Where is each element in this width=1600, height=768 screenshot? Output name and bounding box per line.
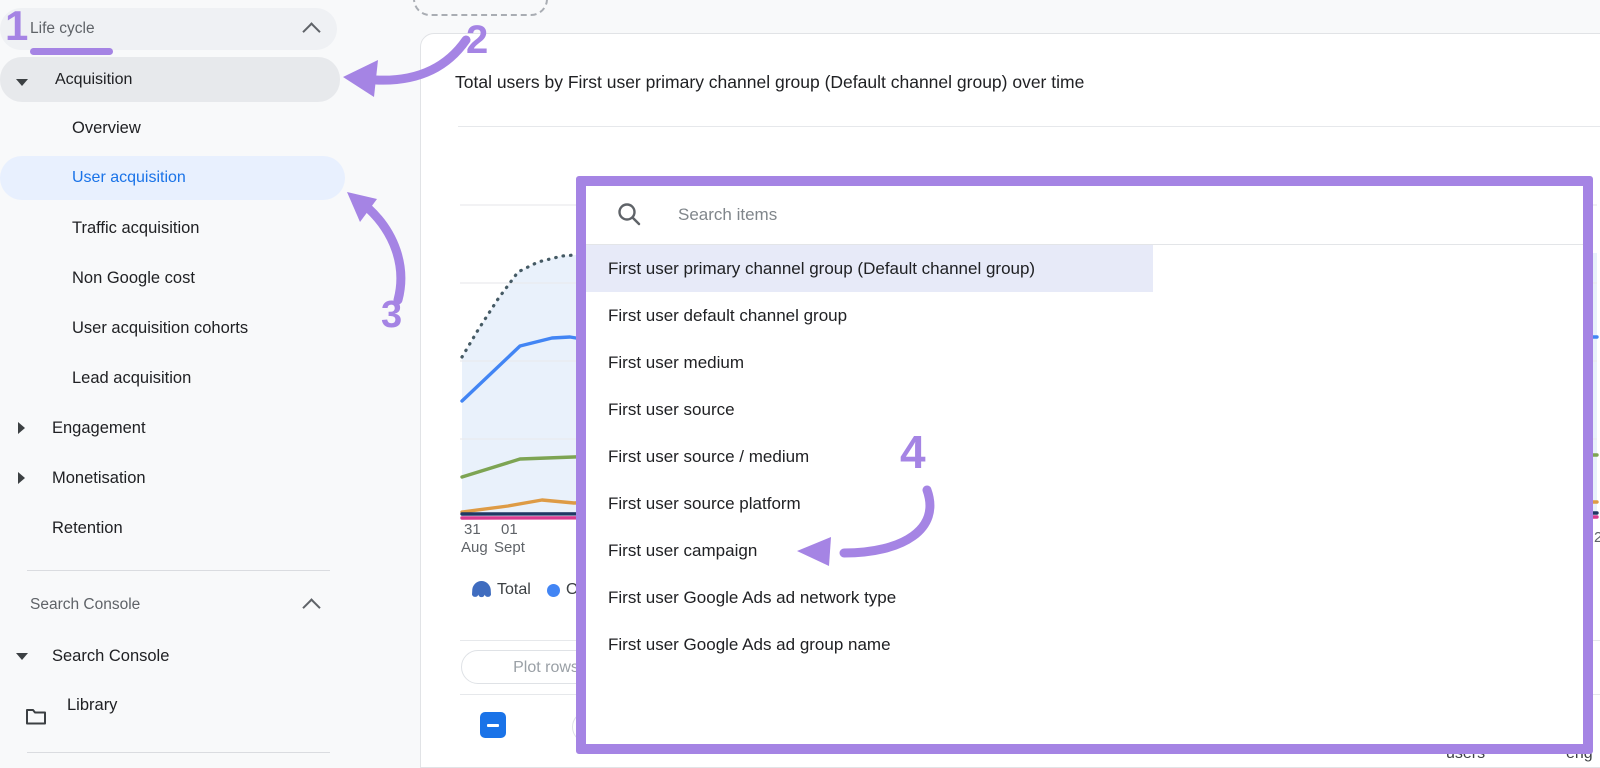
sidebar-item-monetisation[interactable]: Monetisation — [0, 453, 360, 503]
legend-total-label[interactable]: Total — [497, 581, 531, 599]
chevron-up-icon — [302, 22, 320, 40]
annotation-step-3: 3 — [381, 294, 402, 337]
annotation-underline — [30, 48, 113, 55]
sidebar-item-lead-acquisition[interactable]: Lead acquisition — [0, 353, 360, 403]
sidebar-item-label: User acquisition cohorts — [72, 303, 248, 353]
sidebar-item-label: Lead acquisition — [72, 353, 191, 403]
x-tick-day: 31 — [464, 521, 481, 538]
folder-icon — [25, 696, 47, 746]
y-axis-partial-label: 2 — [1594, 529, 1600, 546]
sidebar-item-acquisition[interactable]: Acquisition — [0, 57, 340, 102]
dimension-option[interactable]: First user source platform — [586, 480, 1583, 527]
dimension-option[interactable]: First user Google Ads ad network type — [586, 574, 1583, 621]
search-icon — [616, 201, 642, 232]
sidebar-item-retention[interactable]: Retention — [0, 503, 360, 553]
select-all-checkbox[interactable] — [480, 712, 506, 738]
search-row[interactable]: Search items — [586, 186, 1583, 244]
sidebar-divider — [27, 570, 330, 571]
chart-title: Total users by First user primary channe… — [455, 72, 1084, 93]
sidebar-item-label: Overview — [72, 103, 141, 153]
dimension-option-selected[interactable]: First user primary channel group (Defaul… — [586, 245, 1153, 292]
sidebar-section-life-cycle[interactable]: Life cycle — [0, 8, 337, 50]
caret-right-icon[interactable] — [18, 422, 25, 434]
dimension-option[interactable]: First user default channel group — [586, 292, 1583, 339]
annotation-step-2: 2 — [466, 18, 488, 63]
sidebar-item-search-console[interactable]: Search Console — [0, 631, 360, 681]
section-label: Search Console — [0, 596, 140, 613]
sidebar-item-traffic-acquisition[interactable]: Traffic acquisition — [0, 203, 360, 253]
dimension-option-first-user-campaign[interactable]: First user campaign — [586, 527, 1583, 574]
highlight-dashed-outline — [413, 0, 548, 16]
caret-down-icon[interactable] — [16, 653, 28, 660]
annotation-step-1: 1 — [5, 2, 28, 50]
sidebar-item-non-google-cost[interactable]: Non Google cost — [0, 253, 360, 303]
sidebar-item-label: Search Console — [52, 631, 169, 681]
sidebar: Life cycle Acquisition Overview User acq… — [0, 0, 420, 767]
caret-right-icon[interactable] — [18, 472, 25, 484]
sidebar-item-engagement[interactable]: Engagement — [0, 403, 360, 453]
dimension-option[interactable]: First user source / medium — [586, 433, 1583, 480]
sidebar-item-library[interactable]: Library — [0, 680, 360, 730]
card-divider — [458, 126, 1600, 127]
sidebar-item-label: Traffic acquisition — [72, 203, 199, 253]
x-tick-month: Aug — [461, 539, 488, 556]
caret-down-icon[interactable] — [16, 79, 28, 86]
x-tick-month: Sept — [494, 539, 525, 556]
sidebar-item-label: User acquisition — [72, 156, 186, 200]
sidebar-item-label: Library — [67, 680, 117, 730]
search-input[interactable]: Search items — [678, 186, 777, 244]
sidebar-item-label: Monetisation — [52, 453, 146, 503]
sidebar-item-user-acquisition[interactable]: User acquisition — [0, 156, 345, 200]
sidebar-item-label: Non Google cost — [72, 253, 195, 303]
sidebar-item-user-acquisition-cohorts[interactable]: User acquisition cohorts — [0, 303, 360, 353]
x-tick-day: 01 — [501, 521, 518, 538]
sidebar-section-search-console[interactable]: Search Console — [0, 584, 337, 626]
annotation-step-4: 4 — [900, 425, 926, 479]
dimension-option[interactable]: First user medium — [586, 339, 1583, 386]
sidebar-item-label: Engagement — [52, 403, 146, 453]
legend-series-dot — [547, 584, 560, 597]
sidebar-item-overview[interactable]: Overview — [0, 103, 360, 153]
dimension-option[interactable]: First user source — [586, 386, 1583, 433]
dimension-option[interactable]: First user Google Ads ad group name — [586, 621, 1583, 668]
chevron-up-icon — [302, 598, 320, 616]
sidebar-divider — [27, 752, 330, 753]
sidebar-item-label: Acquisition — [55, 57, 132, 102]
dimension-picker-dialog: Search items First user primary channel … — [576, 176, 1593, 754]
total-series-icon — [471, 580, 492, 604]
indeterminate-mark — [487, 724, 499, 727]
sidebar-item-label: Retention — [52, 503, 123, 553]
